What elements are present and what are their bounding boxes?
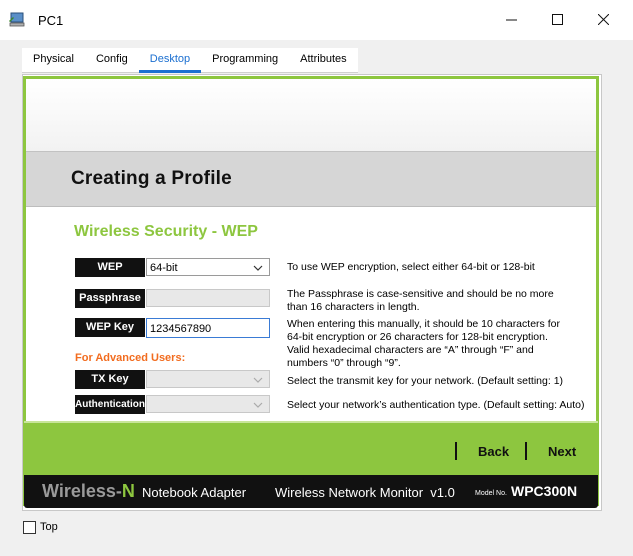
wep-label: WEP	[75, 258, 145, 277]
tab-config[interactable]: Config	[85, 48, 139, 72]
brand-prefix: Wireless-	[42, 481, 122, 501]
chevron-down-icon	[253, 371, 263, 396]
tx-key-help: Select the transmit key for your network…	[287, 375, 564, 387]
footer-monitor: Wireless Network Monitor v1.0	[275, 485, 455, 500]
minimize-button[interactable]	[488, 0, 534, 40]
authentication-help: Select your network’s authentication typ…	[287, 399, 585, 411]
tab-programming[interactable]: Programming	[201, 48, 289, 72]
wep-key-input[interactable]: 1234567890	[146, 318, 270, 338]
tab-attributes[interactable]: Attributes	[289, 48, 357, 72]
model-number: WPC300N	[511, 483, 578, 499]
banner-area	[26, 79, 596, 151]
wep-select[interactable]: 64-bit	[146, 258, 270, 276]
advanced-users-label: For Advanced Users:	[75, 352, 186, 364]
next-button[interactable]: Next	[548, 444, 576, 459]
chevron-down-icon	[253, 396, 263, 421]
maximize-icon	[551, 12, 563, 29]
window-title: PC1	[38, 13, 64, 28]
close-icon	[597, 12, 609, 29]
tx-key-label: TX Key	[75, 370, 145, 389]
wep-help: To use WEP encryption, select either 64-…	[287, 261, 535, 273]
minimize-icon	[505, 12, 517, 29]
passphrase-label: Passphrase	[75, 289, 145, 308]
model-label: Model No.	[475, 490, 507, 497]
passphrase-input[interactable]	[146, 289, 270, 307]
pc-icon	[8, 12, 26, 28]
tab-bar: Physical Config Desktop Programming Attr…	[22, 48, 358, 73]
wep-key-help: When entering this manually, it should b…	[287, 318, 560, 369]
chevron-down-icon	[253, 259, 263, 284]
close-button[interactable]	[580, 0, 626, 40]
top-checkbox-label: Top	[40, 521, 58, 533]
page-title: Creating a Profile	[71, 168, 232, 189]
back-button[interactable]: Back	[478, 444, 509, 459]
nav-separator	[455, 442, 457, 460]
maximize-button[interactable]	[534, 0, 580, 40]
nav-separator	[525, 442, 527, 460]
tx-key-select[interactable]	[146, 370, 270, 388]
top-checkbox[interactable]	[23, 521, 36, 534]
brand-suffix: N	[121, 481, 135, 501]
nav-band	[24, 423, 598, 475]
wep-key-label: WEP Key	[75, 318, 145, 337]
tab-desktop[interactable]: Desktop	[138, 48, 202, 73]
footer-product: Notebook Adapter	[142, 485, 247, 500]
brand-logo: Wireless-N	[42, 481, 135, 502]
authentication-select[interactable]	[146, 395, 270, 413]
wep-select-value: 64-bit	[150, 262, 178, 274]
authentication-label: Authentication	[75, 395, 145, 414]
tab-physical[interactable]: Physical	[22, 48, 85, 72]
section-heading: Wireless Security - WEP	[74, 223, 258, 240]
passphrase-help: The Passphrase is case-sensitive and sho…	[287, 288, 554, 313]
